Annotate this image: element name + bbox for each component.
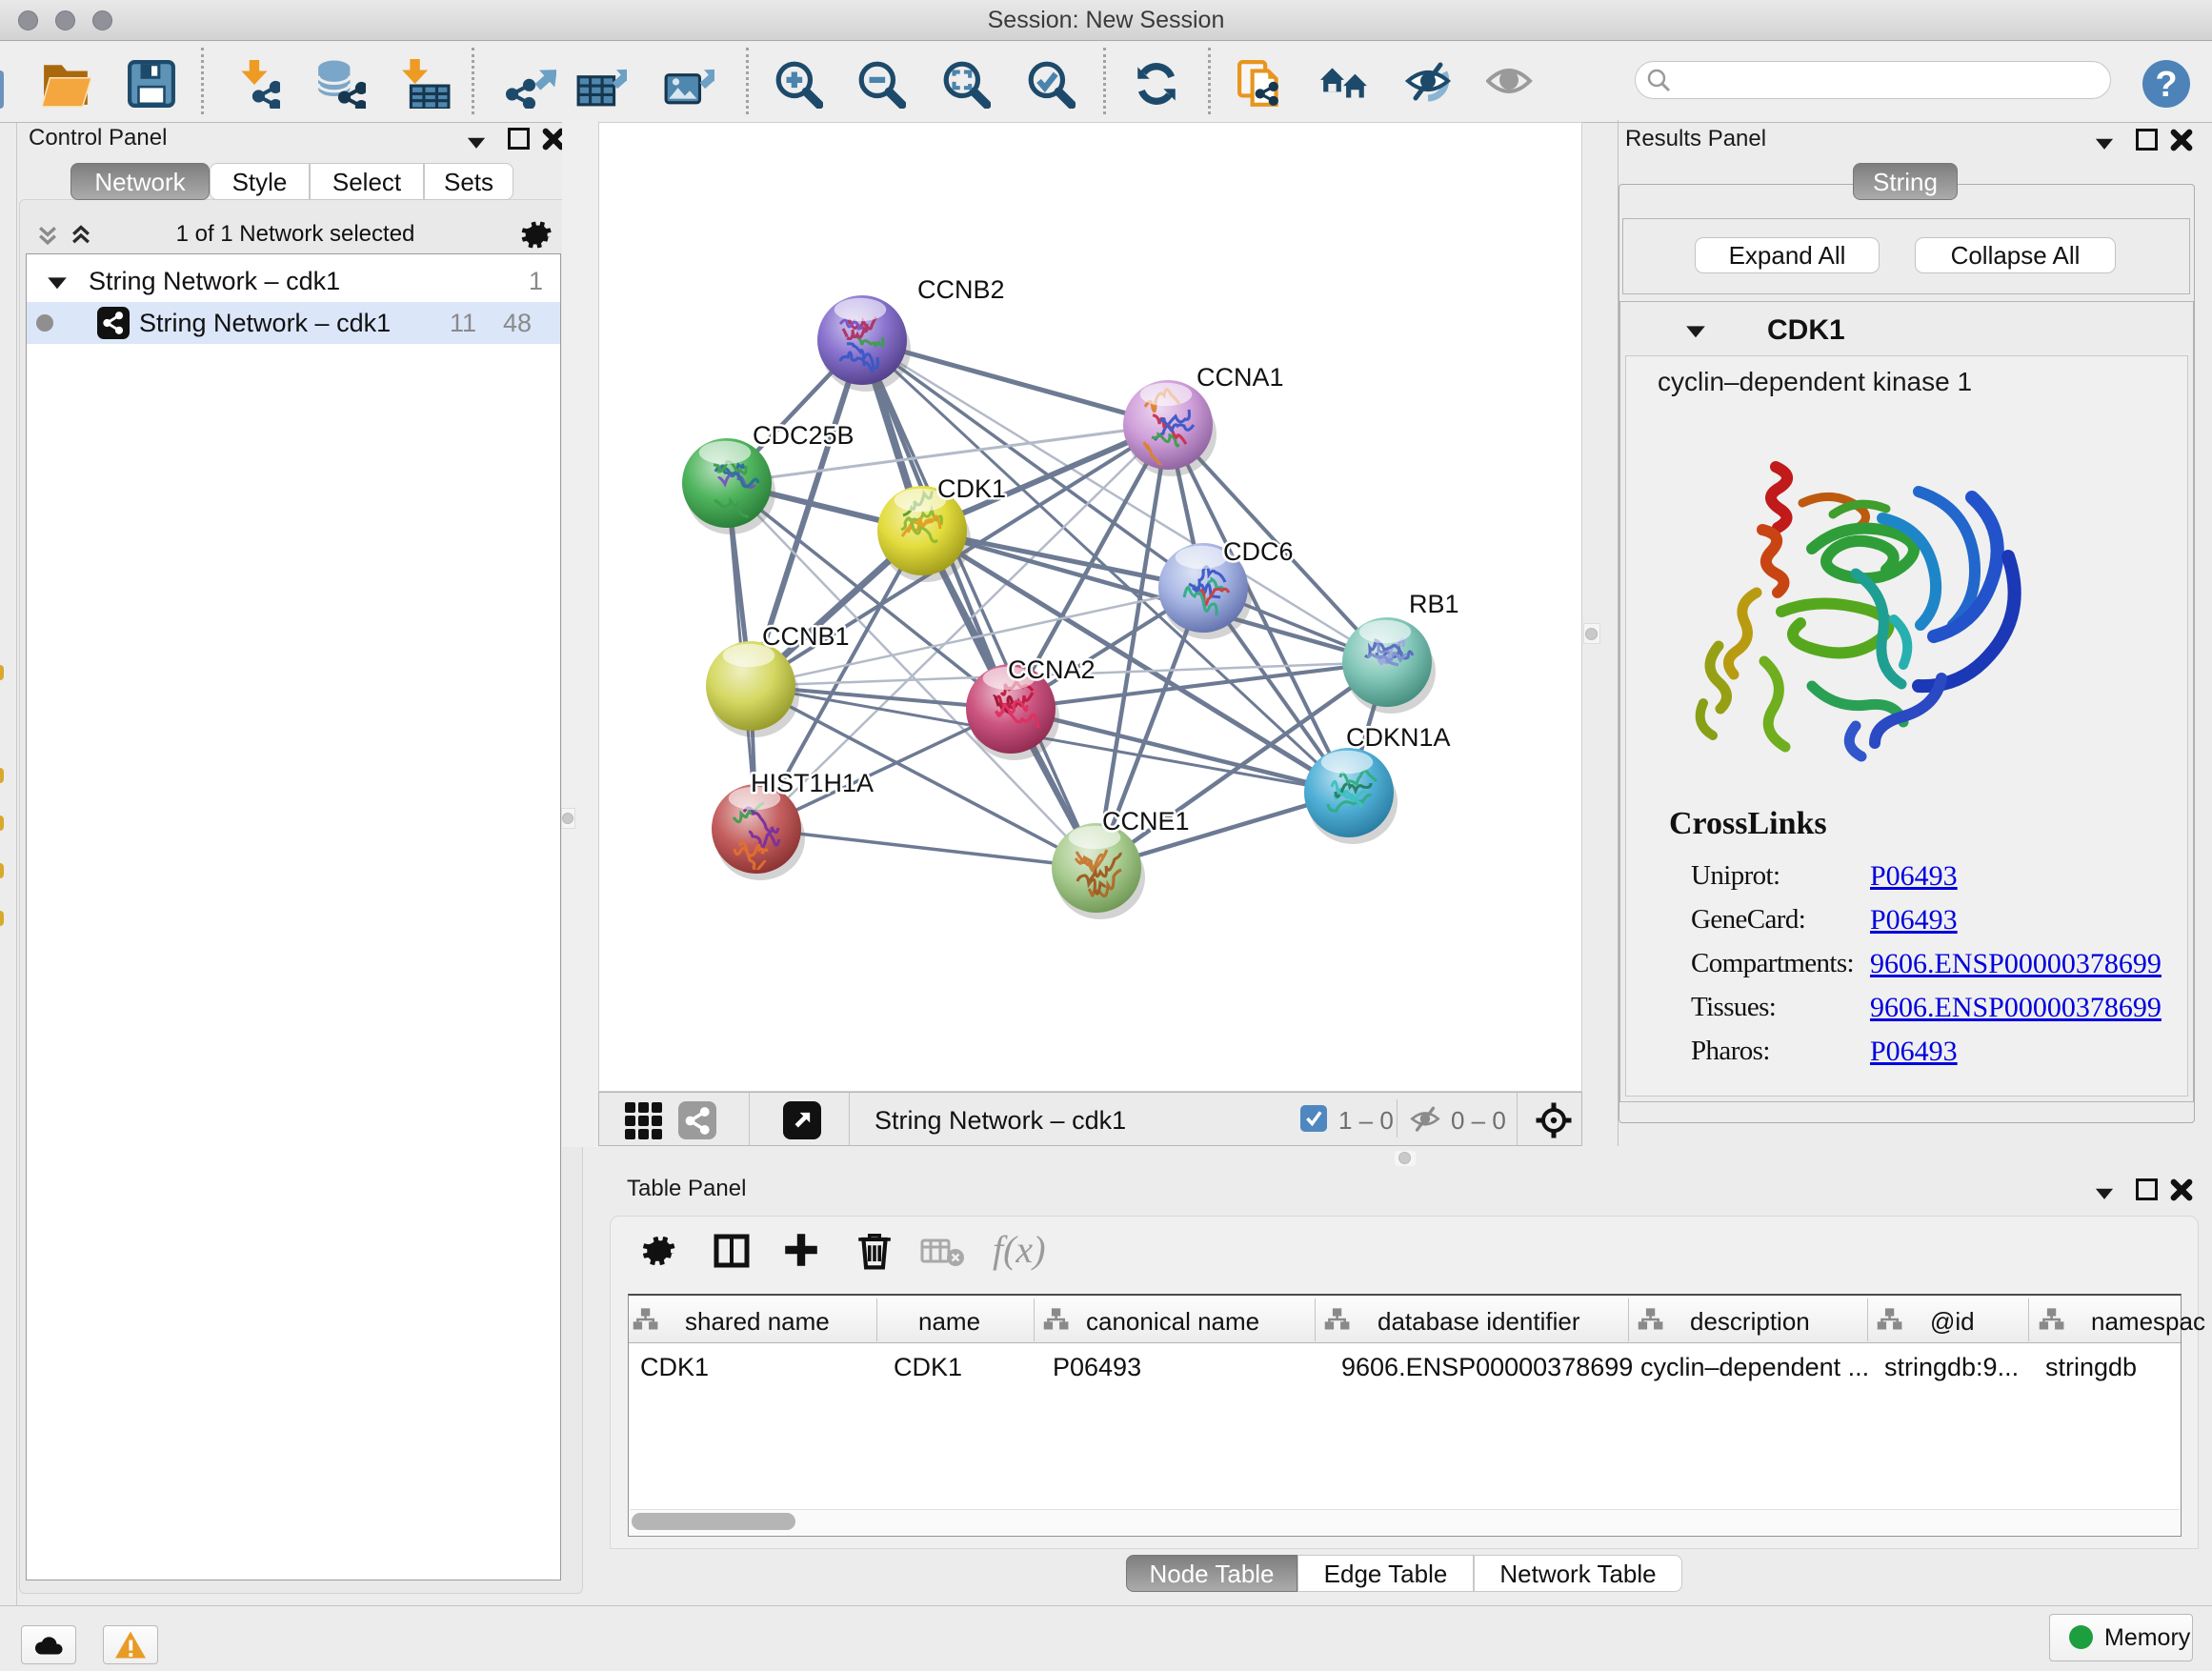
svg-text:CDKN1A: CDKN1A <box>1346 723 1451 752</box>
svg-text:?: ? <box>2155 65 2177 105</box>
svg-text:CDK1: CDK1 <box>937 474 1006 503</box>
svg-text:CCNB2: CCNB2 <box>917 275 1005 304</box>
svg-text:HIST1H1A: HIST1H1A <box>751 769 874 797</box>
svg-text:RB1: RB1 <box>1409 590 1459 618</box>
svg-text:CDC25B: CDC25B <box>753 421 855 450</box>
svg-text:CDC6: CDC6 <box>1223 537 1294 566</box>
svg-text:CCNB1: CCNB1 <box>762 622 850 651</box>
svg-text:CCNE1: CCNE1 <box>1102 807 1190 836</box>
svg-text:CCNA1: CCNA1 <box>1196 363 1284 392</box>
svg-text:CCNA2: CCNA2 <box>1008 655 1096 684</box>
